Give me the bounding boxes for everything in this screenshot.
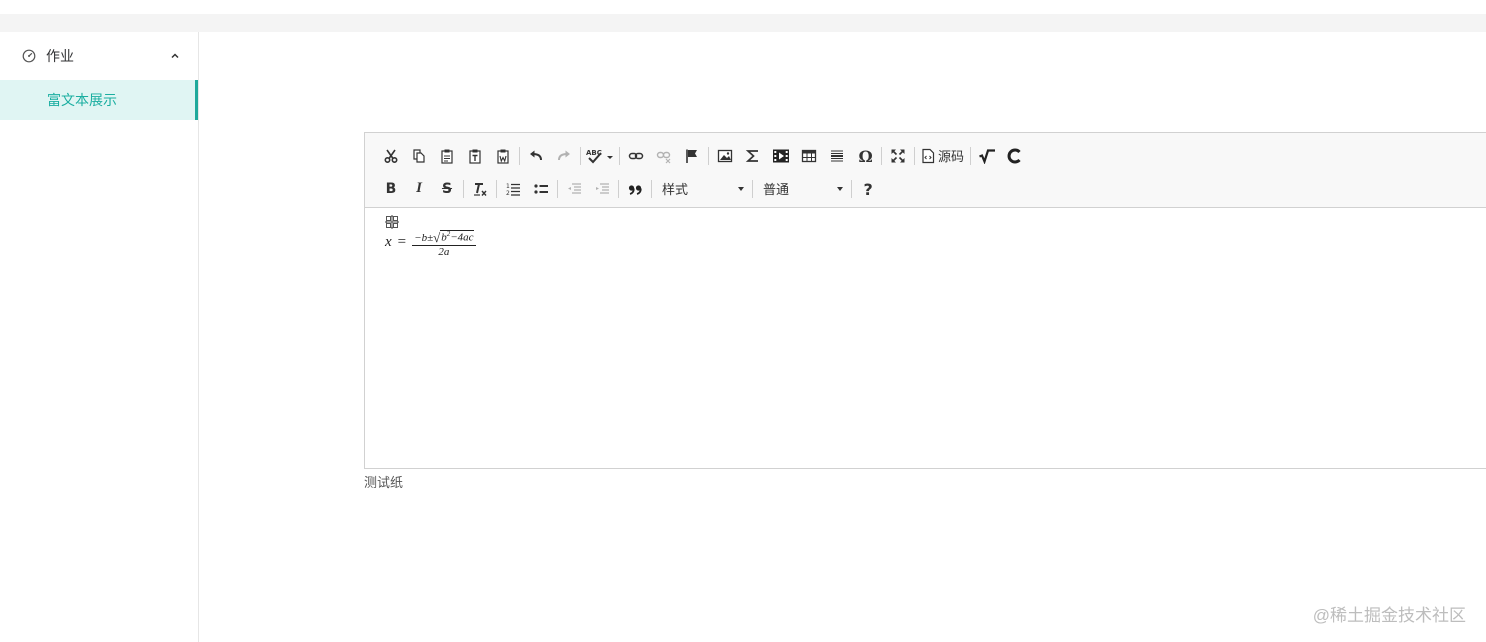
- bold-icon[interactable]: B: [377, 176, 405, 202]
- link-icon[interactable]: [622, 143, 650, 169]
- copy-icon[interactable]: [405, 143, 433, 169]
- dropdown-caret-icon: [738, 186, 744, 191]
- source-button-label: 源码: [938, 149, 965, 164]
- svg-text:2: 2: [506, 190, 510, 197]
- editor-toolbar: ABC Ω 源码 B I S 1 2 样式 普通 ?: [365, 133, 1486, 208]
- radicand-rest: −4ac: [450, 231, 474, 244]
- indent-icon[interactable]: [588, 176, 616, 202]
- toolbar-separator: [463, 179, 464, 198]
- toolbar-separator: [651, 179, 652, 198]
- svg-text:1: 1: [506, 183, 510, 190]
- watermark: @稀土掘金技术社区: [1312, 606, 1466, 625]
- dashboard-icon: [22, 49, 36, 63]
- source-file-icon: [921, 148, 935, 164]
- toolbar-separator: [580, 146, 581, 165]
- remove-format-icon[interactable]: [466, 176, 494, 202]
- outdent-icon[interactable]: [560, 176, 588, 202]
- blockquote-icon[interactable]: [621, 176, 649, 202]
- editor-caption: 测试纸: [364, 475, 404, 490]
- numbered-list-icon[interactable]: 12: [499, 176, 527, 202]
- toolbar-separator: [619, 146, 620, 165]
- styles-dropdown[interactable]: 样式: [654, 177, 750, 201]
- toolbar-separator: [557, 179, 558, 198]
- radical-sign: √: [433, 229, 441, 245]
- sidebar-group-label: 作业: [46, 48, 74, 64]
- horizontal-rule-icon[interactable]: [823, 143, 851, 169]
- maximize-icon[interactable]: [884, 143, 912, 169]
- rich-text-editor: ABC Ω 源码 B I S 1 2 样式 普通 ? x = −b± √ b2−…: [364, 132, 1486, 469]
- cut-icon[interactable]: [377, 143, 405, 169]
- toolbar-separator: [752, 179, 753, 198]
- sidebar-group-homework[interactable]: 作业: [0, 32, 198, 80]
- bulleted-list-icon[interactable]: [527, 176, 555, 202]
- dropdown-caret-icon: [837, 186, 843, 191]
- toolbar-separator: [496, 179, 497, 198]
- toolbar-separator: [881, 146, 882, 165]
- styles-dropdown-label: 样式: [662, 182, 689, 197]
- unlink-icon[interactable]: [650, 143, 678, 169]
- formula-numerator: −b± √ b2−4ac: [412, 228, 475, 245]
- chevron-up-icon: [170, 51, 180, 61]
- spellcheck-icon[interactable]: ABC: [583, 143, 617, 169]
- table-icon[interactable]: [795, 143, 823, 169]
- paste-from-word-icon[interactable]: [489, 143, 517, 169]
- formula-lhs: x: [385, 234, 392, 251]
- strikethrough-icon[interactable]: S: [433, 176, 461, 202]
- toolbar-separator: [970, 146, 972, 165]
- toolbar-separator: [851, 179, 852, 198]
- editor-content-area[interactable]: x = −b± √ b2−4ac 2a: [365, 208, 1486, 468]
- radicand: b2−4ac: [440, 230, 474, 244]
- italic-icon[interactable]: I: [405, 176, 433, 202]
- top-strip: [0, 14, 1486, 32]
- sigma-formula-icon[interactable]: [739, 143, 767, 169]
- source-button[interactable]: 源码: [917, 143, 968, 169]
- paste-icon[interactable]: [433, 143, 461, 169]
- formula-fraction: −b± √ b2−4ac 2a: [412, 228, 476, 258]
- toolbar-separator: [618, 179, 619, 198]
- anchor-flag-icon[interactable]: [678, 143, 706, 169]
- svg-text:?: ?: [864, 181, 873, 197]
- image-icon[interactable]: [711, 143, 739, 169]
- format-dropdown[interactable]: 普通: [755, 177, 849, 201]
- help-icon[interactable]: ?: [854, 176, 882, 202]
- special-char-omega-icon[interactable]: Ω: [851, 143, 879, 169]
- sidebar: 作业 富文本展示: [0, 32, 199, 642]
- plugin-c-icon[interactable]: [1001, 143, 1029, 169]
- toolbar-separator: [708, 146, 709, 165]
- undo-icon[interactable]: [522, 143, 550, 169]
- math-root-icon[interactable]: [973, 143, 1001, 169]
- toolbar-separator: [519, 146, 520, 165]
- svg-text:Ω: Ω: [859, 148, 873, 164]
- toolbar-row-2: B I S 12 样式 普通 ?: [377, 172, 1486, 205]
- format-dropdown-label: 普通: [763, 182, 790, 197]
- formula-equals: =: [397, 234, 407, 251]
- toolbar-separator: [914, 146, 915, 165]
- sidebar-item-rich-text[interactable]: 富文本展示: [0, 80, 198, 120]
- redo-icon[interactable]: [550, 143, 578, 169]
- formula-denominator: 2a: [438, 245, 450, 258]
- toolbar-row-1: ABC Ω 源码: [377, 139, 1486, 172]
- video-icon[interactable]: [767, 143, 795, 169]
- math-formula[interactable]: x = −b± √ b2−4ac 2a: [385, 228, 476, 258]
- paste-text-icon[interactable]: [461, 143, 489, 169]
- numerator-prefix: −b±: [414, 231, 434, 244]
